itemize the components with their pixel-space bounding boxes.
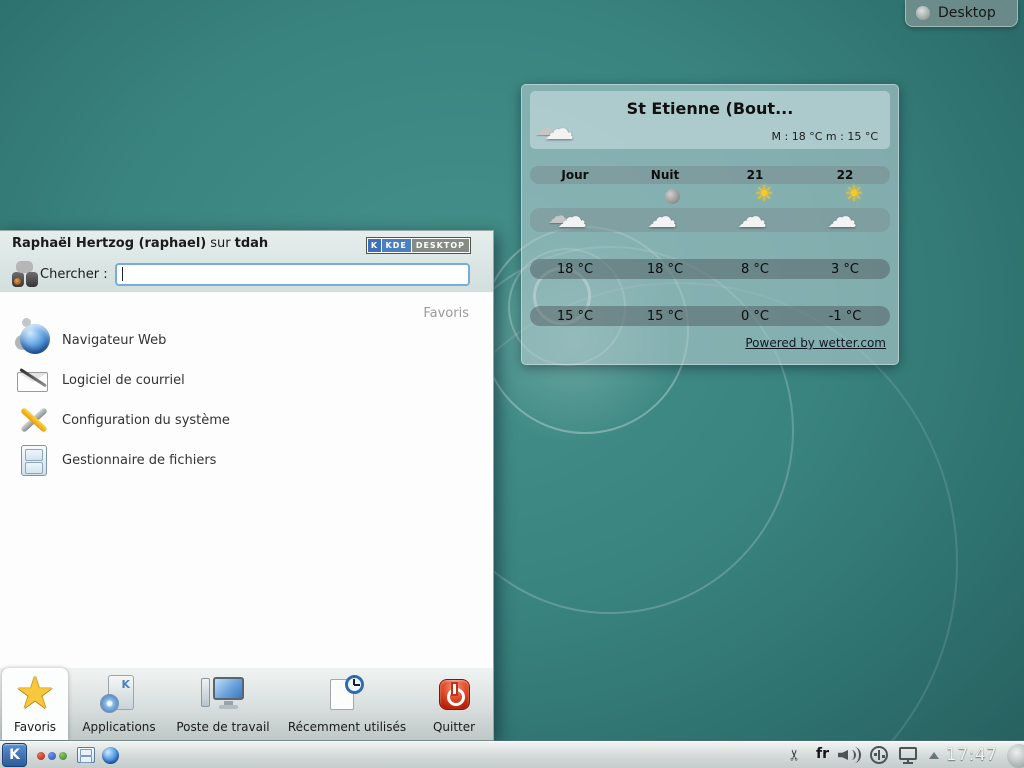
red-dot-icon	[37, 752, 45, 760]
kde-badge-label: KDE	[382, 239, 411, 252]
temp-value: 15 °C	[530, 309, 620, 324]
kickoff-tab-bar: ★ Favoris K Applications Poste de travai…	[0, 667, 493, 740]
temp-value: 0 °C	[710, 309, 800, 324]
cloudy-night-icon: ☁	[641, 189, 689, 229]
mail-client-icon	[17, 364, 51, 396]
tab-favoris[interactable]: ★ Favoris	[2, 668, 68, 740]
kickoff-user-title: Raphaël Hertzog (raphael) surtdah	[12, 236, 268, 251]
web-browser-launcher-icon[interactable]	[102, 747, 119, 764]
systray-expand-arrow[interactable]	[929, 752, 939, 759]
weather-header: ☁☁ St Etienne (Bout... M : 18 °C m : 15 …	[530, 91, 890, 149]
temp-value: 18 °C	[620, 262, 710, 277]
activity-dots-icon[interactable]	[37, 752, 67, 760]
kickoff-menu: Raphaël Hertzog (raphael) surtdah K KDE D…	[0, 230, 494, 741]
weather-col-label: 22	[800, 168, 890, 182]
bottom-panel: K ✂ fr 17:47	[0, 741, 1024, 768]
weather-max-min: M : 18 °C m : 15 °C	[772, 130, 878, 143]
device-notifier-icon[interactable]	[870, 746, 888, 764]
sun-cloud-icon: ☀☁	[731, 189, 779, 229]
kickoff-header: Raphaël Hertzog (raphael) surtdah K KDE D…	[0, 231, 493, 293]
clipboard-scissors-icon[interactable]: ✂	[785, 749, 803, 762]
weather-credit-link[interactable]: Powered by wetter.com	[745, 336, 886, 350]
weather-col-label: Jour	[530, 168, 620, 182]
temp-value: 18 °C	[530, 262, 620, 277]
web-browser-icon	[17, 323, 51, 357]
tab-applications[interactable]: K Applications	[72, 668, 166, 740]
desktop-toolbox-label: Desktop	[938, 5, 996, 21]
favorite-item-file-manager[interactable]: Gestionnaire de fichiers	[0, 440, 493, 480]
panel-cashew-icon[interactable]	[1007, 744, 1024, 768]
title-connector: sur	[210, 236, 230, 251]
temp-value: 8 °C	[710, 262, 800, 277]
favorite-item-web-browser[interactable]: Navigateur Web	[0, 320, 493, 360]
keyboard-layout-indicator[interactable]: fr	[816, 746, 829, 762]
network-monitor-icon[interactable]	[899, 747, 917, 760]
weather-location-title: St Etienne (Bout...	[530, 99, 890, 118]
tab-label: Récemment utilisés	[288, 720, 406, 734]
power-icon	[439, 679, 470, 710]
temp-value: 15 °C	[620, 309, 710, 324]
favorite-item-mail-client[interactable]: Logiciel de courriel	[0, 360, 493, 400]
weather-col-label: 21	[710, 168, 800, 182]
tab-label: Favoris	[14, 720, 56, 734]
tab-label: Applications	[82, 720, 155, 734]
tab-label: Poste de travail	[176, 720, 269, 734]
file-manager-icon	[21, 445, 47, 476]
weather-high-temps-row: 18 °C 18 °C 8 °C 3 °C	[530, 259, 890, 279]
system-settings-icon	[17, 403, 51, 437]
tab-quitter[interactable]: Quitter	[419, 668, 489, 740]
favorite-item-label: Gestionnaire de fichiers	[62, 453, 216, 468]
file-manager-launcher-icon[interactable]	[77, 747, 95, 763]
cloudy-icon: ☁☁	[551, 189, 599, 229]
favorite-item-system-settings[interactable]: Configuration du système	[0, 400, 493, 440]
weather-condition-icons: ☁☁ ☁ ☀☁ ☀☁	[530, 189, 890, 233]
temp-value: -1 °C	[800, 309, 890, 324]
desktop-badge-label: DESKTOP	[412, 239, 469, 252]
volume-icon[interactable]	[838, 746, 862, 764]
sun-cloud-icon: ☀☁	[821, 189, 869, 229]
text-caret	[122, 267, 123, 281]
blue-dot-icon	[48, 752, 56, 760]
kmenu-button[interactable]: K	[2, 743, 27, 767]
favorite-item-label: Configuration du système	[62, 413, 230, 428]
weather-column-headers: Jour Nuit 21 22	[530, 166, 890, 184]
favorites-section-header: Favoris	[423, 306, 469, 321]
favorite-item-label: Navigateur Web	[62, 333, 166, 348]
kde-logo-icon: K	[368, 239, 381, 252]
weather-low-temps-row: 15 °C 15 °C 0 °C -1 °C	[530, 306, 890, 326]
computer-icon	[200, 675, 246, 713]
search-label: Chercher :	[40, 267, 108, 282]
kde-desktop-badge: K KDE DESKTOP	[366, 237, 472, 254]
search-input[interactable]	[115, 263, 470, 286]
temp-value: 3 °C	[800, 262, 890, 277]
tab-poste-de-travail[interactable]: Poste de travail	[170, 668, 276, 740]
applications-package-icon: K	[100, 675, 138, 713]
search-binoculars-icon	[12, 261, 38, 287]
digital-clock[interactable]: 17:47	[946, 745, 998, 765]
star-icon: ★	[15, 674, 54, 714]
tab-label: Quitter	[433, 720, 475, 734]
host-name: tdah	[235, 236, 269, 251]
desktop-background: Desktop ☁☁ St Etienne (Bout... M : 18 °C…	[0, 0, 1024, 768]
recent-documents-icon	[327, 675, 367, 713]
desktop-toolbox-button[interactable]: Desktop	[905, 0, 1018, 27]
weather-widget: ☁☁ St Etienne (Bout... M : 18 °C m : 15 …	[521, 84, 899, 365]
weather-col-label: Nuit	[620, 168, 710, 182]
user-name: Raphaël Hertzog (raphael)	[12, 236, 206, 251]
green-dot-icon	[59, 752, 67, 760]
kickoff-favorites-list: Favoris Navigateur Web Logiciel de courr…	[0, 294, 493, 667]
plasma-cashew-icon	[916, 6, 930, 20]
tab-recemment-utilises[interactable]: Récemment utilisés	[278, 668, 416, 740]
favorite-item-label: Logiciel de courriel	[62, 373, 185, 388]
